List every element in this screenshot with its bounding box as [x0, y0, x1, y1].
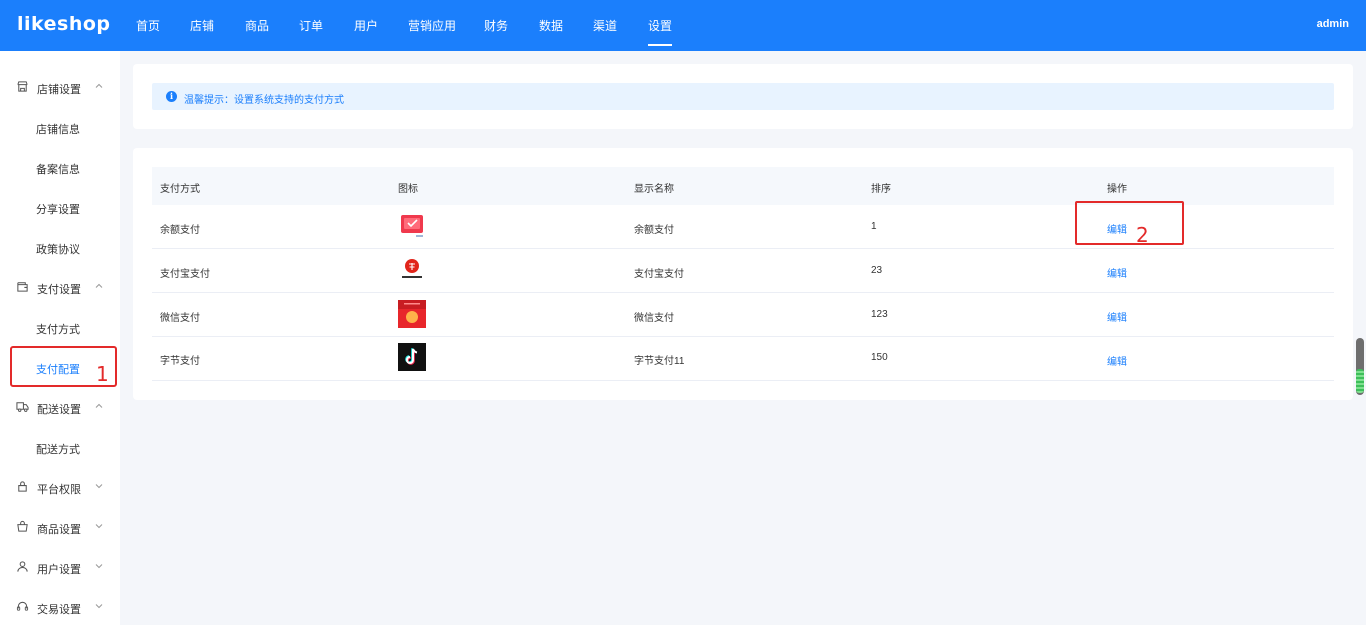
nav-marketing[interactable]: 营销应用: [408, 17, 456, 34]
table-header: 支付方式 图标 显示名称 排序 操作: [152, 167, 1334, 205]
bag-icon: [17, 520, 28, 532]
sidebar-group-label: 支付设置: [37, 284, 81, 296]
info-icon: i: [166, 91, 177, 102]
table-row: 字节支付 字节支付11 150 编辑: [152, 337, 1334, 381]
table-row: 微信支付 微信支付 123 编辑: [152, 293, 1334, 337]
sidebar-item-policy[interactable]: 政策协议: [0, 232, 120, 262]
sidebar-item-label: 政策协议: [36, 244, 80, 256]
tip-text: 温馨提示：设置系统支持的支付方式: [184, 95, 344, 106]
sidebar-item-label: 备案信息: [36, 164, 80, 176]
chevron-down-icon: [95, 604, 103, 609]
sidebar-group-label: 商品设置: [37, 524, 81, 536]
cell-display-name: 字节支付11: [634, 356, 685, 367]
lock-icon: [18, 481, 27, 492]
annotation-number-1: 1: [96, 362, 109, 386]
chevron-down-icon: [95, 484, 103, 489]
cell-method: 余额支付: [160, 225, 200, 236]
sidebar-group-store-settings[interactable]: 店铺设置: [0, 72, 120, 102]
edit-link[interactable]: 编辑: [1107, 353, 1127, 368]
sidebar-item-share-settings[interactable]: 分享设置: [0, 192, 120, 222]
sidebar-item-label: 店铺信息: [36, 124, 80, 136]
cell-sort: 1: [871, 221, 877, 232]
sidebar-group-user-settings[interactable]: 用户设置: [0, 552, 120, 582]
cell-method: 微信支付: [160, 313, 200, 324]
sidebar-item-store-info[interactable]: 店铺信息: [0, 112, 120, 142]
edit-link[interactable]: 编辑: [1107, 309, 1127, 324]
cell-method: 支付宝支付: [160, 269, 210, 280]
column-header-action: 操作: [1107, 184, 1127, 195]
nav-store[interactable]: 店铺: [190, 17, 214, 34]
chevron-down-icon: [95, 524, 103, 529]
sidebar-group-payment-settings[interactable]: 支付设置: [0, 272, 120, 302]
sidebar-group-label: 店铺设置: [37, 84, 81, 96]
sidebar-item-label: 配送方式: [36, 444, 80, 456]
alipay-icon: [402, 259, 422, 278]
sidebar-group-delivery-settings[interactable]: 配送设置: [0, 392, 120, 422]
nav-active-indicator: [648, 44, 672, 46]
user-menu[interactable]: admin: [1317, 18, 1349, 30]
cell-sort: 23: [871, 265, 883, 276]
logo[interactable]: likeshop: [17, 13, 111, 35]
sidebar-group-goods-settings[interactable]: 商品设置: [0, 512, 120, 542]
nav-data[interactable]: 数据: [539, 17, 563, 34]
annotation-number-2: 2: [1136, 223, 1149, 247]
sidebar-group-platform-permissions[interactable]: 平台权限: [0, 472, 120, 502]
wallet-icon: [17, 282, 28, 292]
chevron-up-icon: [95, 283, 103, 288]
sidebar-item-payment-methods[interactable]: 支付方式: [0, 312, 120, 342]
sidebar-group-trade-settings[interactable]: 交易设置: [0, 592, 120, 622]
sidebar-item-label: 支付方式: [36, 324, 80, 336]
sidebar-item-label: 分享设置: [36, 204, 80, 216]
nav-orders[interactable]: 订单: [299, 17, 323, 34]
headset-icon: [16, 601, 29, 611]
nav-goods[interactable]: 商品: [245, 17, 269, 34]
cell-display-name: 余额支付: [634, 225, 674, 236]
scrollbar-grip[interactable]: [1356, 369, 1364, 393]
table-row: 支付宝支付 支付宝支付 23 编辑: [152, 249, 1334, 293]
store-icon: [17, 81, 28, 92]
sidebar-group-label: 交易设置: [37, 604, 81, 616]
sidebar-group-label: 用户设置: [37, 564, 81, 576]
nav-users[interactable]: 用户: [354, 17, 378, 34]
nav-settings[interactable]: 设置: [648, 17, 672, 34]
annotation-box-2: [1075, 201, 1184, 245]
edit-link[interactable]: 编辑: [1107, 265, 1127, 280]
nav-channels[interactable]: 渠道: [593, 17, 617, 34]
truck-icon: [16, 402, 29, 412]
cell-display-name: 支付宝支付: [634, 269, 684, 280]
user-icon: [17, 561, 28, 572]
column-header-method: 支付方式: [160, 184, 200, 195]
sidebar-group-label: 配送设置: [37, 404, 81, 416]
nav-finance[interactable]: 财务: [484, 17, 508, 34]
top-navbar: likeshop 首页 店铺 商品 订单 用户 营销应用 财务 数据 渠道 设置…: [0, 0, 1366, 51]
wechat-pay-icon: [398, 300, 426, 328]
sidebar: 店铺设置 店铺信息 备案信息 分享设置 政策协议 支付设置 支付方式 支付配置 …: [0, 51, 120, 625]
cell-sort: 150: [871, 352, 888, 363]
sidebar-item-filing-info[interactable]: 备案信息: [0, 152, 120, 182]
sidebar-group-label: 平台权限: [37, 484, 81, 496]
nav-home[interactable]: 首页: [136, 17, 160, 34]
chevron-up-icon: [95, 83, 103, 88]
balance-pay-icon: [401, 215, 423, 237]
chevron-up-icon: [95, 403, 103, 408]
tip-alert: i 温馨提示：设置系统支持的支付方式: [152, 83, 1334, 110]
column-header-icon: 图标: [398, 184, 418, 195]
tip-card: i 温馨提示：设置系统支持的支付方式: [133, 64, 1353, 129]
cell-method: 字节支付: [160, 356, 200, 367]
chevron-down-icon: [95, 564, 103, 569]
cell-display-name: 微信支付: [634, 313, 674, 324]
cell-sort: 123: [871, 309, 888, 320]
column-header-display-name: 显示名称: [634, 184, 674, 195]
bytedance-pay-icon: [398, 343, 426, 371]
payment-table-card: 支付方式 图标 显示名称 排序 操作 余额支付 余额支付 1 编辑 支付宝支付 …: [133, 148, 1353, 400]
column-header-sort: 排序: [871, 184, 891, 195]
sidebar-item-delivery-methods[interactable]: 配送方式: [0, 432, 120, 462]
